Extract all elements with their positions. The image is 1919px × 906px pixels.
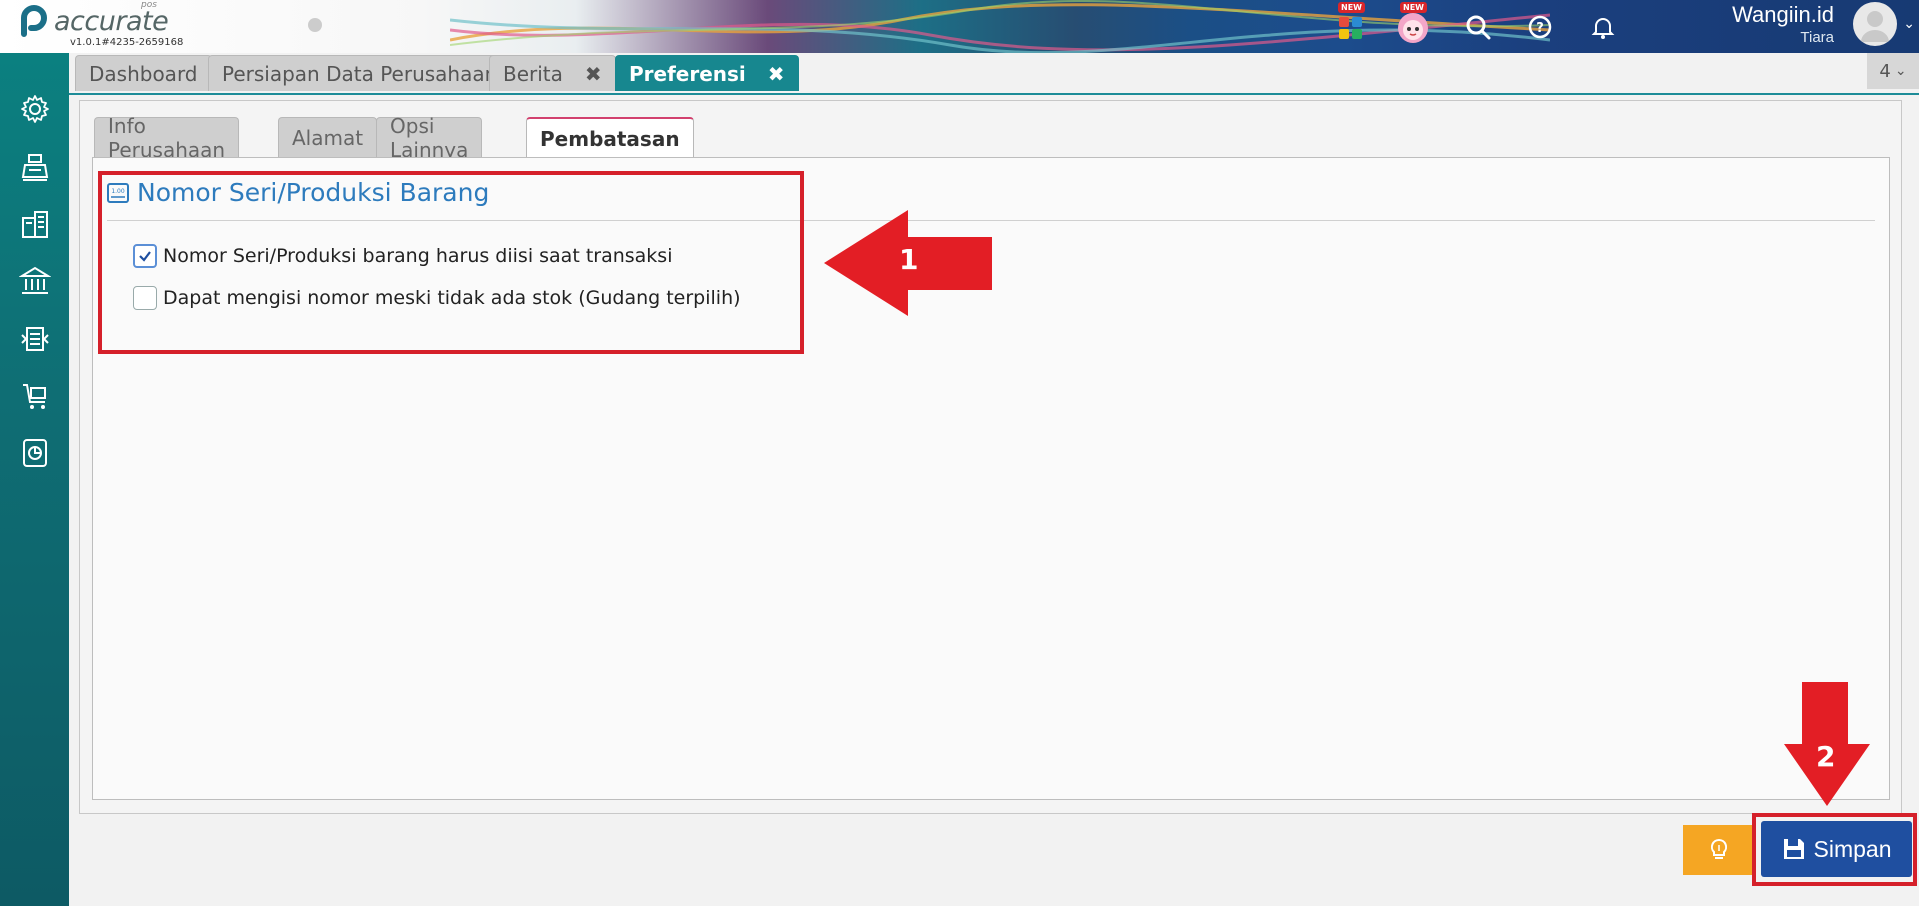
chevron-down-icon[interactable]: ⌄ bbox=[1903, 16, 1915, 32]
cart-icon bbox=[23, 384, 46, 409]
svg-text:?: ? bbox=[1536, 21, 1544, 36]
sidebar-item-bank[interactable] bbox=[17, 263, 53, 299]
user-avatar-icon bbox=[1861, 11, 1889, 42]
tab-info-perusahaan[interactable]: Info Perusahaan bbox=[94, 114, 240, 162]
sidebar-item-settings[interactable] bbox=[17, 91, 53, 127]
tips-button[interactable] bbox=[1683, 825, 1755, 875]
sidebar-item-company[interactable] bbox=[17, 206, 53, 242]
tab-overflow-button[interactable]: 4 ⌄ bbox=[1867, 53, 1919, 89]
apps-button[interactable]: NEW bbox=[1334, 2, 1368, 44]
sidebar-item-purchase[interactable] bbox=[17, 378, 53, 414]
tab-persiapan-data[interactable]: Persiapan Data Perusahaan bbox=[208, 55, 512, 91]
tab-dashboard[interactable]: Dashboard bbox=[75, 55, 212, 91]
notification-button[interactable] bbox=[1586, 10, 1620, 44]
close-icon[interactable]: ✖ bbox=[585, 62, 602, 86]
search-icon bbox=[1466, 15, 1491, 40]
inventory-icon bbox=[21, 327, 49, 351]
close-icon[interactable]: ✖ bbox=[768, 62, 785, 86]
new-badge: NEW bbox=[1338, 2, 1365, 13]
tab-label: Alamat bbox=[292, 125, 364, 150]
bell-icon bbox=[1591, 18, 1615, 39]
annotation-label-1: 1 bbox=[899, 243, 919, 276]
help-button[interactable]: ? bbox=[1523, 10, 1557, 44]
tab-label: Persiapan Data Perusahaan bbox=[222, 61, 498, 86]
settings-icon bbox=[21, 95, 49, 123]
tab-label: Berita bbox=[503, 61, 563, 86]
status-dot bbox=[308, 18, 322, 32]
sidebar-item-cashier[interactable] bbox=[17, 149, 53, 185]
logo-text: accurate bbox=[54, 6, 169, 37]
logo-sub: pos bbox=[141, 0, 157, 10]
sidebar-item-report[interactable] bbox=[17, 435, 53, 471]
tab-count-label: 4 bbox=[1879, 60, 1891, 82]
tab-pembatasan[interactable]: Pembatasan bbox=[526, 117, 694, 159]
accurate-logo-icon bbox=[21, 5, 48, 37]
top-header: accurate pos v1.0.1#4235-2659168 NEW NEW bbox=[0, 0, 1919, 53]
annotation-box-2 bbox=[1752, 813, 1917, 886]
user-name[interactable]: Wangiin.id bbox=[1732, 2, 1834, 28]
chevron-down-icon: ⌄ bbox=[1894, 63, 1907, 79]
tab-label: Dashboard bbox=[89, 61, 198, 86]
sidebar bbox=[0, 53, 69, 906]
annotation-box-1 bbox=[98, 171, 804, 354]
tab-preferensi[interactable]: Preferensi ✖ bbox=[615, 55, 799, 91]
tab-label: Preferensi bbox=[629, 61, 746, 86]
lightbulb-icon bbox=[1710, 838, 1728, 859]
company-icon bbox=[22, 211, 48, 238]
help-icon: ? bbox=[1528, 15, 1552, 39]
app-version: v1.0.1#4235-2659168 bbox=[70, 37, 184, 48]
mascot-icon bbox=[1398, 13, 1428, 43]
cashier-icon bbox=[21, 154, 49, 181]
tab-label: Pembatasan bbox=[540, 127, 680, 151]
apps-icon bbox=[1339, 17, 1362, 39]
mascot-button[interactable]: NEW bbox=[1396, 2, 1430, 44]
sidebar-item-inventory[interactable] bbox=[17, 321, 53, 357]
report-icon bbox=[23, 439, 47, 467]
tab-label: Info Perusahaan bbox=[108, 113, 226, 162]
tab-alamat[interactable]: Alamat bbox=[278, 117, 378, 157]
bank-icon bbox=[19, 266, 51, 294]
tab-opsi-lainnya[interactable]: Opsi Lainnya bbox=[376, 114, 483, 162]
header-wave-decoration bbox=[450, 0, 1550, 53]
main-tab-bar: Dashboard Persiapan Data Perusahaan Beri… bbox=[69, 53, 1919, 95]
new-badge: NEW bbox=[1400, 2, 1427, 13]
tab-label: Opsi Lainnya bbox=[390, 113, 469, 162]
annotation-label-2: 2 bbox=[1816, 740, 1836, 773]
avatar[interactable] bbox=[1853, 2, 1897, 46]
user-branch: Tiara bbox=[1800, 29, 1834, 46]
search-button[interactable] bbox=[1461, 10, 1495, 44]
tab-berita[interactable]: Berita ✖ bbox=[489, 55, 616, 91]
